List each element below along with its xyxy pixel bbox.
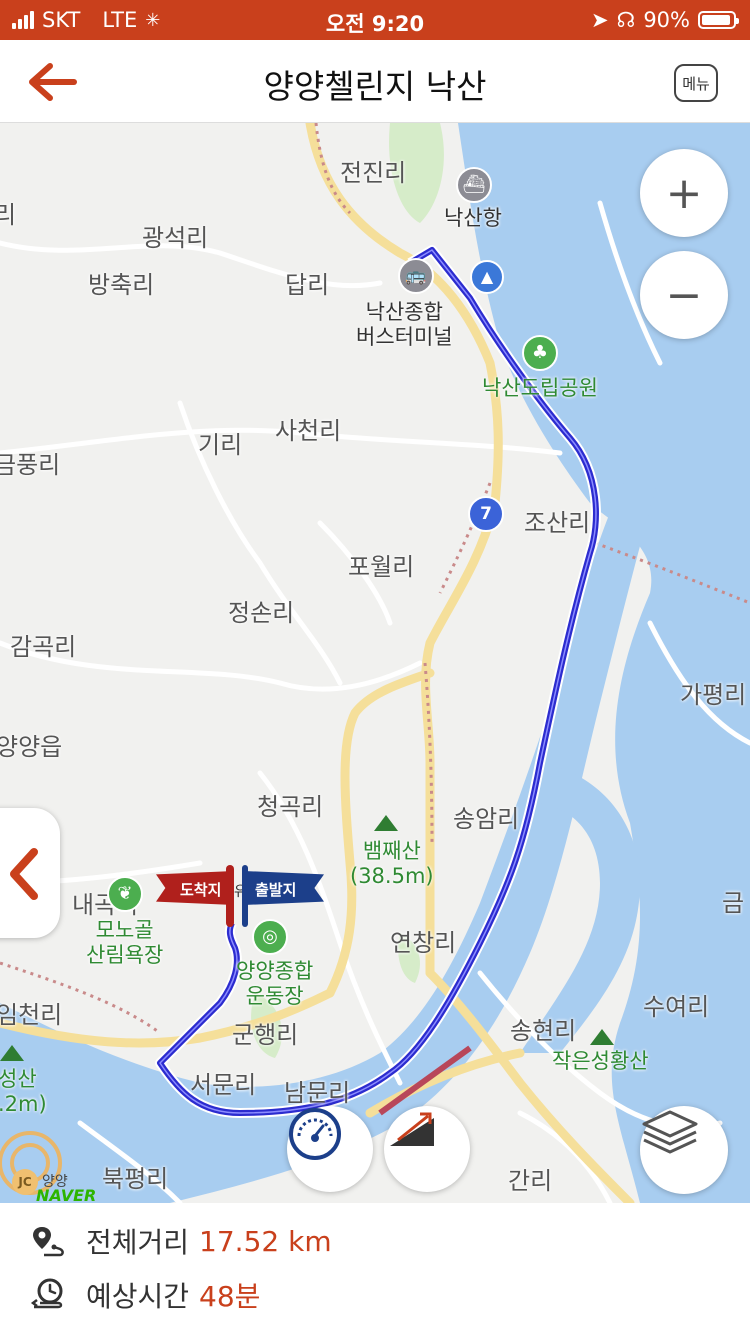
- place-label: 포월리: [348, 553, 415, 581]
- clock-icon: [30, 1278, 63, 1309]
- road-shield-icon: 7: [468, 496, 504, 532]
- stadium-icon[interactable]: ◎: [252, 919, 288, 955]
- partial-mountain-line1: 성산: [0, 1067, 37, 1091]
- place-label: 기리: [198, 431, 243, 459]
- speedometer-icon: [289, 1108, 341, 1160]
- bus-terminal-label-line1: 낙산종합: [365, 300, 443, 324]
- naver-logo: NAVER: [36, 1186, 97, 1203]
- location-arrow-icon: ➤: [591, 8, 609, 32]
- stadium-label-line1: 양양종합: [236, 959, 314, 983]
- layers-icon: [642, 1110, 698, 1154]
- forest-bath-label: 모노골 산림욕장: [86, 918, 163, 968]
- park-label: 낙산도립공원: [482, 376, 598, 400]
- departure-pin: [242, 865, 248, 927]
- bus-terminal-icon[interactable]: 🚌: [398, 258, 434, 294]
- small-mountain-icon: [590, 1029, 614, 1045]
- forest-bath-label-line1: 모노골: [95, 918, 154, 942]
- forest-bath-label-line2: 산림욕장: [86, 943, 164, 967]
- place-label: 송현리: [510, 1017, 577, 1045]
- arrival-pin: [226, 865, 234, 927]
- layers-button[interactable]: [640, 1106, 728, 1194]
- place-label: 방축리: [88, 271, 155, 299]
- partial-mountain-icon: [0, 1045, 24, 1061]
- stadium-label: 양양종합 운동장: [236, 959, 313, 1009]
- place-label: 서문리: [190, 1071, 257, 1099]
- place-label: 광석리: [142, 224, 209, 252]
- partial-mountain-line2: .2m): [0, 1092, 47, 1116]
- port-label: 낙산항: [444, 206, 502, 230]
- place-label: 감곡리: [10, 633, 77, 661]
- status-right: ➤ ☊ 90%: [591, 8, 739, 32]
- place-label: 수여리: [643, 993, 710, 1021]
- place-label: 남문리: [284, 1079, 351, 1107]
- page-title: 양양첼린지 낙산: [263, 67, 487, 106]
- distance-label: 전체거리: [86, 1226, 190, 1259]
- place-label: 간리: [508, 1167, 553, 1195]
- menu-button[interactable]: 메뉴: [674, 64, 718, 102]
- place-label: 연창리: [390, 929, 457, 957]
- place-label: 금: [722, 889, 745, 917]
- place-label: 정손리: [228, 599, 295, 627]
- side-panel-toggle[interactable]: [0, 808, 60, 938]
- time-row: 예상시간 48분: [30, 1275, 260, 1315]
- time-label: 예상시간: [86, 1280, 190, 1313]
- jc-badge: JC: [12, 1169, 38, 1195]
- elevation-button[interactable]: [384, 1106, 470, 1192]
- port-icon[interactable]: ⛴: [456, 167, 492, 203]
- place-label: 조산리: [524, 509, 591, 537]
- zoom-in-button[interactable]: +: [640, 149, 728, 237]
- route-info-panel: 전체거리 17.52 km 예상시간 48분: [0, 1203, 750, 1334]
- place-label: 청곡리: [257, 793, 324, 821]
- road-number: 7: [480, 504, 492, 524]
- chevron-left-icon: [10, 848, 38, 900]
- place-label: 리: [0, 201, 17, 229]
- campsite-icon[interactable]: ▲: [470, 260, 504, 294]
- place-label: 금풍리: [0, 451, 61, 479]
- map-view[interactable]: 전진리 광석리 방축리 답리 사천리 기리 금풍리 조산리 포월리 정손리 감곡…: [0, 123, 750, 1203]
- place-label: 군행리: [232, 1021, 299, 1049]
- mountain-label: 뱀째산 (38.5m): [350, 839, 434, 889]
- place-label: 임천리: [0, 1001, 63, 1029]
- arrival-flag-label: 도착지: [180, 881, 222, 899]
- departure-flag-label: 출발지: [255, 881, 297, 899]
- park-icon[interactable]: ♣: [522, 335, 558, 371]
- slope-icon: [390, 1112, 434, 1146]
- headphones-icon: ☊: [616, 8, 636, 32]
- place-label: 송암리: [453, 805, 520, 833]
- mountain-icon: [374, 815, 398, 831]
- place-label: 사천리: [275, 417, 342, 445]
- mountain-label-line1: 뱀째산: [362, 839, 421, 863]
- forest-bath-icon[interactable]: ❦: [107, 876, 143, 912]
- distance-row: 전체거리 17.52 km: [30, 1221, 332, 1261]
- mountain-label-line2: (38.5m): [350, 864, 434, 888]
- nav-bar: 양양첼린지 낙산 메뉴: [0, 40, 750, 123]
- battery-percent: 90%: [643, 8, 690, 32]
- speedometer-button[interactable]: [287, 1106, 373, 1192]
- time-value: 48분: [199, 1280, 261, 1313]
- bus-terminal-label: 낙산종합 버스터미널: [356, 300, 453, 350]
- battery-icon: [698, 11, 739, 29]
- distance-value: 17.52 km: [199, 1224, 332, 1258]
- partial-mountain-label: 성산 .2m): [0, 1067, 47, 1117]
- small-mountain-label: 작은성황산: [552, 1049, 649, 1073]
- place-label: 양양읍: [0, 733, 63, 761]
- zoom-out-button[interactable]: −: [640, 251, 728, 339]
- place-label: 가평리: [680, 681, 747, 709]
- place-label: 답리: [285, 271, 330, 299]
- bus-terminal-label-line2: 버스터미널: [356, 325, 453, 349]
- route-distance-icon: [33, 1227, 64, 1257]
- stadium-label-line2: 운동장: [245, 984, 304, 1008]
- place-label: 전진리: [340, 159, 407, 187]
- place-label: 북평리: [102, 1165, 169, 1193]
- status-bar: SKT LTE ✳ 오전 9:20 ➤ ☊ 90%: [0, 0, 750, 40]
